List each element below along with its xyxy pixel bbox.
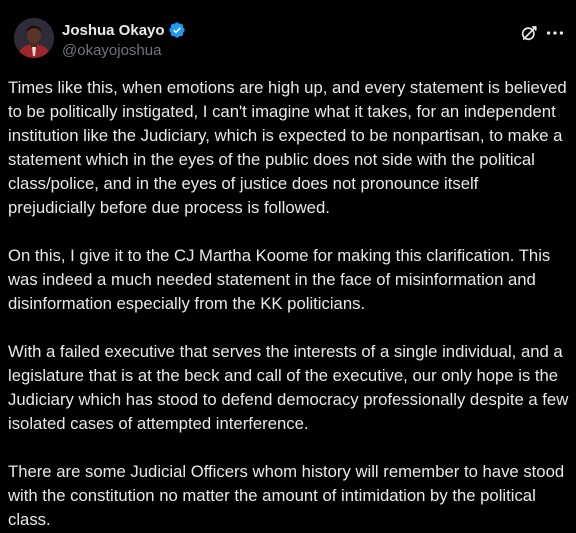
post-paragraph: With a failed executive that serves the … [8, 342, 569, 433]
post-paragraph: There are some Judicial Officers whom hi… [8, 462, 565, 529]
grok-icon[interactable] [520, 24, 538, 42]
more-options-icon[interactable] [544, 22, 566, 44]
author-info: Joshua Okayo @okayojoshua [62, 20, 186, 59]
post-header: Joshua Okayo @okayojoshua [8, 0, 570, 66]
display-name[interactable]: Joshua Okayo [62, 22, 165, 39]
verified-badge-icon[interactable] [168, 21, 186, 39]
post: Joshua Okayo @okayojoshua Times like thi… [0, 0, 576, 533]
handle[interactable]: @okayojoshua [62, 42, 186, 59]
post-text: Times like this, when emotions are high … [8, 76, 570, 532]
post-paragraph: On this, I give it to the CJ Martha Koom… [8, 246, 551, 313]
display-name-row: Joshua Okayo [62, 20, 186, 40]
profile-photo-icon [14, 18, 54, 58]
post-paragraph: Times like this, when emotions are high … [8, 78, 567, 217]
avatar[interactable] [14, 18, 54, 58]
